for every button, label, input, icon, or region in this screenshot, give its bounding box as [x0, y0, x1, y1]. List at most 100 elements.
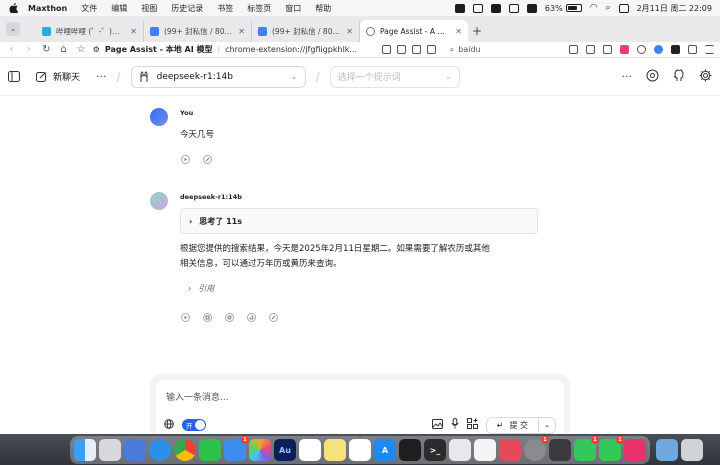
messages-icon[interactable]: 1 — [599, 436, 624, 461]
extension-icon[interactable] — [426, 45, 436, 54]
tab-page-assist[interactable]: Page Assist - A Web UI ✕ — [360, 20, 468, 42]
docker-icon[interactable] — [449, 439, 471, 461]
forward-arrow-icon[interactable]: › — [23, 44, 34, 55]
tab-list-control[interactable]: ⌄ — [6, 19, 36, 39]
launchpad-icon[interactable] — [99, 439, 121, 461]
sidebar-toggle-icon[interactable] — [8, 71, 20, 82]
info-icon[interactable] — [224, 312, 234, 322]
pink-extension-icon[interactable] — [620, 45, 630, 54]
image-icon[interactable] — [431, 418, 443, 432]
mission-control-icon[interactable] — [124, 439, 146, 461]
camera-icon[interactable] — [569, 45, 579, 54]
search-box[interactable]: ⌕ baidu — [450, 45, 563, 55]
battery-indicator[interactable]: 63% — [545, 4, 582, 13]
gear-icon[interactable] — [699, 69, 712, 85]
trash-icon[interactable] — [681, 439, 703, 461]
apple-icon[interactable] — [8, 3, 18, 13]
pencil-icon[interactable] — [268, 312, 278, 322]
terminal-icon[interactable]: >_ — [424, 439, 446, 461]
close-icon[interactable]: ✕ — [238, 27, 245, 36]
globe-icon[interactable] — [164, 418, 174, 432]
folder-icon[interactable] — [586, 45, 596, 54]
more-options-icon[interactable]: ··· — [96, 70, 107, 83]
menu-view[interactable]: 视图 — [141, 3, 157, 14]
grid-plus-icon[interactable] — [466, 418, 478, 432]
gear-icon[interactable] — [637, 45, 647, 54]
safari-icon[interactable] — [149, 439, 171, 461]
wifi-icon[interactable]: ◠ — [590, 3, 598, 13]
chrome-icon[interactable] — [174, 439, 196, 461]
book-icon[interactable] — [396, 45, 406, 54]
tab-bilibili[interactable]: 哔哩哔哩 (゜-゜)つロ 干 ✕ — [36, 20, 144, 42]
copy-icon[interactable] — [202, 312, 212, 322]
ollama-icon[interactable] — [474, 439, 496, 461]
calendar-icon[interactable] — [299, 439, 321, 461]
close-icon[interactable]: ✕ — [346, 27, 353, 36]
reload-icon[interactable]: ↻ — [41, 44, 52, 55]
microphone-icon[interactable] — [451, 418, 459, 432]
cloud-extension-icon[interactable] — [654, 45, 664, 54]
audition-icon[interactable]: Au — [274, 439, 296, 461]
control-center-icon[interactable] — [618, 3, 629, 13]
github-icon[interactable] — [673, 68, 685, 85]
regenerate-icon[interactable] — [246, 312, 256, 322]
star-icon[interactable]: ☆ — [75, 44, 86, 55]
tab-messages-2[interactable]: (99+ 封私信 / 80 条消息 ✕ — [252, 20, 360, 42]
url-field[interactable]: ⚙ Page Assist - 本地 AI 模型 | chrome-extens… — [93, 44, 376, 55]
menu-edit[interactable]: 编辑 — [111, 3, 127, 14]
status-app-icon-5[interactable] — [526, 3, 537, 13]
message-input[interactable]: 输入一条消息... — [166, 390, 229, 403]
new-chat-button[interactable]: 新聊天 — [28, 65, 88, 88]
finder-icon[interactable] — [74, 439, 96, 461]
reminders-icon[interactable] — [349, 439, 371, 461]
menubar-clock[interactable]: 2月11日 周二 22:09 — [637, 3, 712, 14]
facetime-icon[interactable]: 1 — [574, 436, 599, 461]
tab-messages-1[interactable]: (99+ 封私信 / 80 条消息 ✕ — [144, 20, 252, 42]
settings-icon[interactable]: 1 — [524, 436, 549, 461]
photos-icon[interactable] — [249, 439, 271, 461]
iphone-mirroring-icon[interactable] — [549, 439, 571, 461]
thinking-collapse[interactable]: › 思考了 11s — [180, 208, 538, 234]
menu-file[interactable]: 文件 — [81, 3, 97, 14]
folder-icon[interactable] — [656, 439, 678, 461]
model-select[interactable]: deepseek-r1:14b ⌄ — [130, 65, 306, 88]
menu-help[interactable]: 帮助 — [315, 3, 331, 14]
back-arrow-icon[interactable]: ‹ — [6, 44, 17, 55]
prompt-select[interactable]: 选择一个提示词 ⌄ — [329, 65, 460, 88]
app-store-icon[interactable]: A — [374, 439, 396, 461]
close-icon[interactable]: ✕ — [130, 27, 137, 36]
status-app-icon-1[interactable] — [454, 3, 465, 13]
url-text[interactable]: chrome-extension://jfgfiigpkhlk... — [225, 45, 357, 54]
play-icon[interactable] — [180, 154, 190, 164]
submit-options-chevron-icon[interactable]: ⌄ — [539, 418, 555, 433]
maxthon-icon[interactable] — [499, 439, 521, 461]
pencil-icon[interactable] — [202, 154, 212, 164]
menu-tabs[interactable]: 标签页 — [247, 3, 271, 14]
menu-history[interactable]: 历史记录 — [171, 3, 203, 14]
home-icon[interactable]: ⌂ — [58, 44, 69, 55]
wechat-icon[interactable] — [199, 439, 221, 461]
search-spotlight-icon[interactable]: ⌕ — [606, 3, 611, 13]
play-icon[interactable] — [180, 312, 190, 322]
download-icon[interactable] — [603, 45, 613, 54]
status-app-icon-2[interactable] — [472, 3, 483, 13]
activity-monitor-icon[interactable] — [399, 439, 421, 461]
menu-lines-icon[interactable] — [705, 45, 715, 54]
more-options-icon[interactable]: ··· — [622, 70, 633, 83]
brain-settings-icon[interactable] — [646, 69, 659, 85]
status-app-icon-4[interactable] — [508, 3, 519, 13]
status-app-icon-3[interactable] — [490, 3, 501, 13]
new-tab-button[interactable]: + — [468, 20, 486, 42]
chevron-down-icon[interactable]: ⌄ — [6, 22, 20, 36]
translate-icon[interactable] — [411, 45, 421, 54]
mail-icon[interactable]: 1 — [224, 436, 249, 461]
web-search-toggle[interactable]: 开 — [182, 419, 206, 431]
menu-window[interactable]: 窗口 — [285, 3, 301, 14]
close-icon[interactable]: ✕ — [455, 27, 462, 36]
pink-app-icon[interactable] — [624, 439, 646, 461]
citation-toggle[interactable]: › 引用 — [188, 283, 214, 294]
menu-bookmarks[interactable]: 书签 — [217, 3, 233, 14]
notes-icon[interactable] — [324, 439, 346, 461]
reader-icon[interactable] — [381, 45, 391, 54]
puzzle-extension-icon[interactable] — [688, 45, 698, 54]
